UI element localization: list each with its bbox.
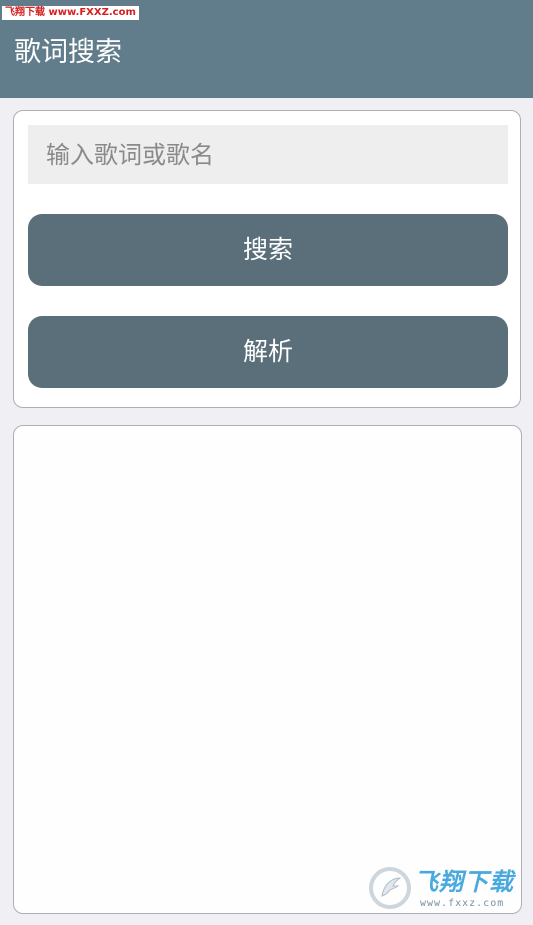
lyrics-result-area[interactable] — [13, 425, 522, 914]
watermark-brand: 飞翔下载 — [414, 868, 514, 896]
search-button[interactable]: 搜索 — [28, 214, 508, 286]
search-card: 搜索 解析 — [13, 110, 521, 408]
watermark-url: www.fxxz.com — [420, 898, 505, 909]
app-bar: 飞翔下载 www.FXXZ.com 歌词搜索 — [0, 0, 533, 98]
fxxz-logo-icon — [369, 867, 411, 909]
corner-watermark: 飞翔下载 www.fxxz.com — [366, 864, 522, 914]
parse-button[interactable]: 解析 — [28, 316, 508, 388]
page-title: 歌词搜索 — [14, 37, 122, 68]
status-watermark: 飞翔下载 www.FXXZ.com — [2, 6, 139, 20]
lyrics-search-input[interactable] — [28, 125, 508, 184]
